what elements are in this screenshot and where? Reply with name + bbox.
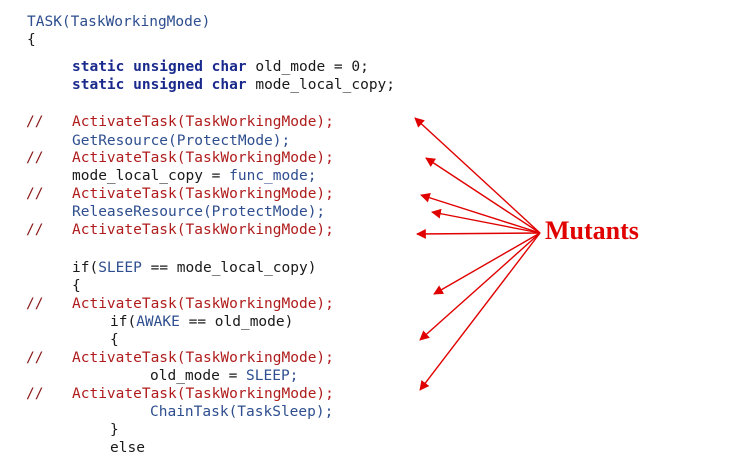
mutant-arrow	[414, 117, 541, 234]
mutant-arrow	[416, 229, 541, 239]
mutant-arrow	[419, 232, 541, 341]
mutants-label: Mutants	[545, 216, 639, 245]
mutant-arrow	[419, 232, 541, 391]
mutant-arrow	[433, 232, 541, 295]
